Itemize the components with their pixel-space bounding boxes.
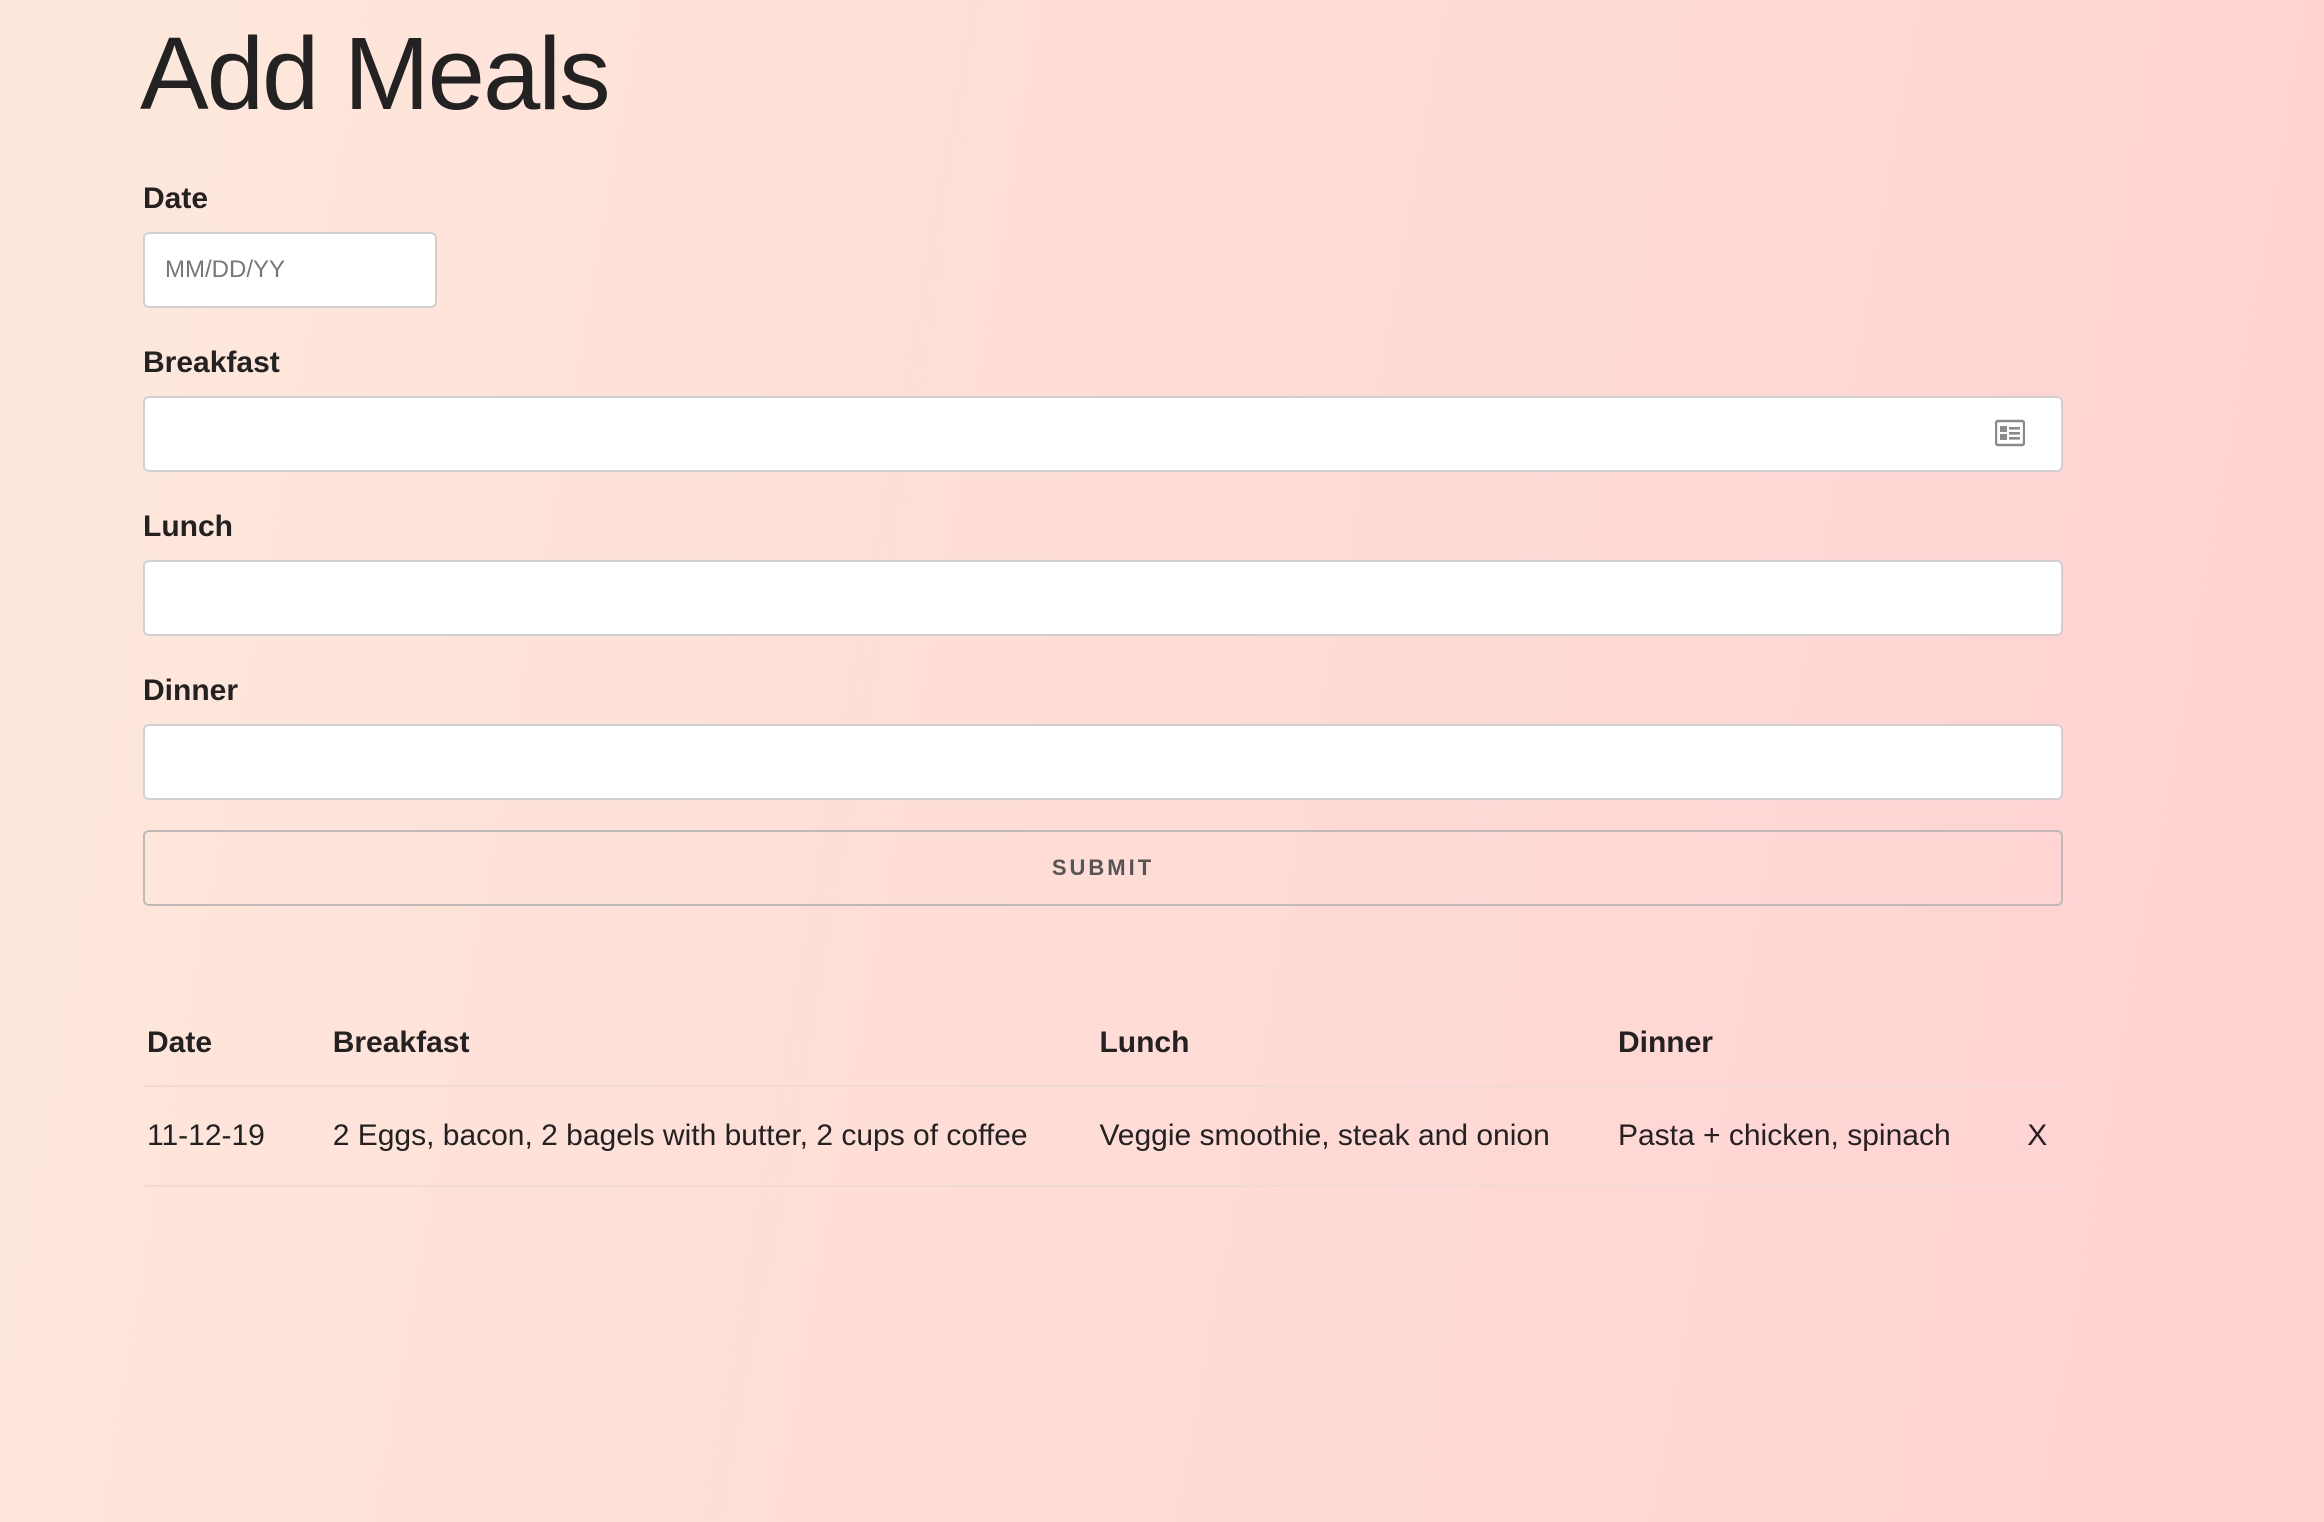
lunch-field-wrapper [143,560,2063,636]
cell-breakfast: 2 Eggs, bacon, 2 bagels with butter, 2 c… [332,1086,1096,1187]
cell-date: 11-12-19 [143,1086,333,1187]
breakfast-input[interactable] [143,396,2063,472]
table-row: 11-12-19 2 Eggs, bacon, 2 bagels with bu… [143,1086,2063,1187]
meals-table: Date Breakfast Lunch Dinner 11-12-19 2 E… [143,1001,2063,1187]
submit-button[interactable]: SUBMIT [143,830,2063,906]
delete-row-button[interactable]: X [2027,1119,2047,1152]
cell-dinner: Pasta + chicken, spinach [1613,1086,2012,1187]
dinner-input[interactable] [143,724,2063,800]
table-header: Date Breakfast Lunch Dinner [143,1001,2063,1087]
column-header-date: Date [143,1001,333,1087]
table-header-row: Date Breakfast Lunch Dinner [143,1001,2063,1087]
column-header-lunch: Lunch [1095,1001,1614,1087]
breakfast-label: Breakfast [143,346,280,379]
date-input[interactable] [143,232,437,308]
cell-delete: X [2011,1086,2063,1187]
breakfast-field-wrapper [143,396,2063,472]
dinner-label: Dinner [143,674,239,707]
cell-lunch: Veggie smoothie, steak and onion [1095,1086,1614,1187]
column-header-actions [2011,1001,2063,1087]
column-header-dinner: Dinner [1613,1001,2012,1087]
page-title: Add Meals [140,16,611,131]
contact-card-icon[interactable] [1995,419,2025,447]
column-header-breakfast: Breakfast [332,1001,1096,1087]
dinner-field-wrapper [143,724,2063,800]
lunch-input[interactable] [143,560,2063,636]
lunch-label: Lunch [143,510,233,543]
table-body: 11-12-19 2 Eggs, bacon, 2 bagels with bu… [143,1086,2063,1187]
date-label: Date [143,182,209,215]
